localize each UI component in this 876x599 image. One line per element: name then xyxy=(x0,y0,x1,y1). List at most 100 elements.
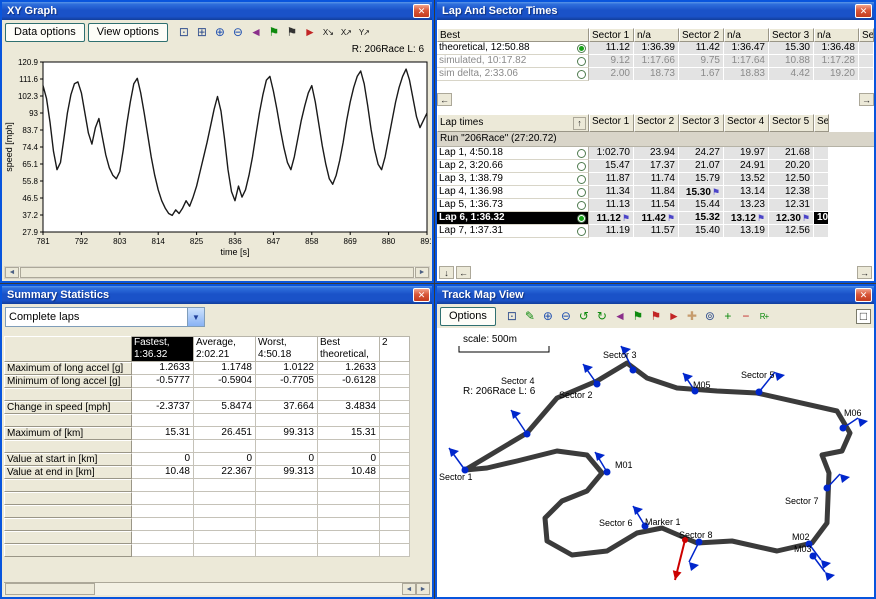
run-lap-label: R: 206Race L: 6 xyxy=(463,386,536,397)
lap-select-radio[interactable] xyxy=(577,188,586,197)
zoom-region-icon[interactable]: ⊡ xyxy=(176,24,192,40)
close-icon[interactable]: ✕ xyxy=(855,4,872,18)
finish-flag-icon[interactable]: ⚑ xyxy=(284,24,300,40)
lap-row[interactable]: Lap 2, 3:20.6615.4717.3721.0724.9120.20 xyxy=(437,160,874,173)
scroll-left-icon[interactable]: ← xyxy=(456,266,471,279)
close-icon[interactable]: ✕ xyxy=(413,4,430,18)
scroll-right-icon[interactable]: ► xyxy=(416,583,430,595)
lap-filter-dropdown[interactable]: Complete laps ▼ xyxy=(5,307,205,327)
next-marker-icon[interactable]: ► xyxy=(302,24,318,40)
edit-track-icon[interactable]: ✎ xyxy=(522,308,538,324)
start-finish-marker[interactable]: Marker 1 xyxy=(645,517,688,580)
lap-select-radio[interactable] xyxy=(577,201,586,210)
prev-marker-icon[interactable]: ◄ xyxy=(248,24,264,40)
rotate-cw-icon[interactable]: ↻ xyxy=(594,308,610,324)
summary-value-cell: 0 xyxy=(256,453,318,466)
globe-icon[interactable]: ⊚ xyxy=(702,308,718,324)
reset-view-icon[interactable]: R+ xyxy=(756,308,772,324)
summary-value-cell: 5.8474 xyxy=(194,401,256,414)
svg-text:803: 803 xyxy=(113,237,127,246)
summary-value-cell: 99.313 xyxy=(256,427,318,440)
row-select-radio[interactable] xyxy=(577,70,586,79)
scroll-right-icon[interactable]: → xyxy=(857,266,872,279)
titlebar-lap-sector[interactable]: Lap And Sector Times ✕ xyxy=(437,2,874,20)
lap-row-text: Lap 7, 1:37.31 xyxy=(439,225,503,237)
speed-time-chart[interactable]: 120.9111.6102.39383.774.465.155.846.537.… xyxy=(3,56,431,262)
scroll-left-icon[interactable]: ◄ xyxy=(5,267,19,278)
best-sector-flag-icon: ⚑ xyxy=(712,187,720,197)
red-flag-icon[interactable]: ⚑ xyxy=(648,308,664,324)
zoom-window-icon[interactable]: ⊞ xyxy=(194,24,210,40)
rotate-ccw-icon[interactable]: ↺ xyxy=(576,308,592,324)
pan-hand-icon[interactable]: ✚ xyxy=(684,308,700,324)
summary-row xyxy=(4,544,432,557)
best-row[interactable]: simulated, 10:17.829.121:17.669.751:17.6… xyxy=(437,55,874,68)
lap-select-radio[interactable] xyxy=(577,149,586,158)
lap-select-radio[interactable] xyxy=(577,175,586,184)
add-node-icon[interactable]: + xyxy=(720,308,736,324)
track-marker[interactable]: Sector 8 xyxy=(679,530,713,571)
titlebar-track-map[interactable]: Track Map View ✕ xyxy=(437,286,874,304)
close-icon[interactable]: ✕ xyxy=(413,288,430,302)
scroll-down-icon[interactable]: ↓ xyxy=(439,266,454,279)
lap-select-radio[interactable] xyxy=(577,227,586,236)
zoom-out-icon[interactable]: ⊖ xyxy=(230,24,246,40)
best-row[interactable]: sim delta, 2:33.062.0018.731.6718.834.42… xyxy=(437,68,874,81)
lap-select-radio[interactable] xyxy=(577,162,586,171)
scroll-left-icon[interactable]: ◄ xyxy=(402,583,416,595)
options-button[interactable]: Options xyxy=(440,307,496,326)
zoom-in-icon[interactable]: ⊕ xyxy=(212,24,228,40)
view-options-button[interactable]: View options xyxy=(88,23,168,42)
track-map-body: Options ⊡✎⊕⊖↺↻◄⚑⚑►✚⊚+−R+□ scale: 500m R:… xyxy=(437,304,874,597)
sector-time-cell: 21.68 xyxy=(769,147,814,160)
scroll-right-icon[interactable]: ► xyxy=(415,267,429,278)
titlebar-xy-graph[interactable]: XY Graph ✕ xyxy=(2,2,432,20)
titlebar-summary[interactable]: Summary Statistics ✕ xyxy=(2,286,432,304)
scroll-up-icon[interactable]: ↑ xyxy=(573,117,586,130)
lap-row[interactable]: Lap 5, 1:36.7311.1311.5415.4413.2312.31 xyxy=(437,199,874,212)
best-row[interactable]: theoretical, 12:50.8811.121:36.3911.421:… xyxy=(437,42,874,55)
lap-row[interactable]: Lap 3, 1:38.7911.8711.7415.7913.5212.50 xyxy=(437,173,874,186)
close-icon[interactable]: ✕ xyxy=(855,288,872,302)
chevron-down-icon[interactable]: ▼ xyxy=(187,308,204,326)
x-cursor-fwd-icon[interactable]: X↗ xyxy=(338,24,354,40)
sector-time-cell: 12.38 xyxy=(769,186,814,199)
scroll-thumb[interactable] xyxy=(20,267,414,278)
zoom-out-icon[interactable]: ⊖ xyxy=(558,308,574,324)
lap-select-radio[interactable] xyxy=(577,214,586,223)
lap-row[interactable]: Lap 7, 1:37.3111.1911.5715.4013.1912.56 xyxy=(437,225,874,238)
next-marker-icon[interactable]: ► xyxy=(666,308,682,324)
track-marker[interactable]: Sector 2 xyxy=(559,364,601,400)
sector-time-cell: 15.40 xyxy=(679,225,724,238)
x-cursor-back-icon[interactable]: X↘ xyxy=(320,24,336,40)
lap-row[interactable]: Lap 1, 4:50.181:02.7023.9424.2719.9721.6… xyxy=(437,147,874,160)
delete-node-icon[interactable]: − xyxy=(738,308,754,324)
scroll-right-icon[interactable]: → xyxy=(859,93,874,106)
green-flag-icon[interactable]: ⚑ xyxy=(630,308,646,324)
summary-horizontal-scrollbar[interactable]: ◄ ► xyxy=(4,582,430,595)
summary-value-cell xyxy=(380,427,410,440)
summary-value-cell xyxy=(256,505,318,518)
xy-horizontal-scrollbar[interactable]: ◄ ► xyxy=(4,266,430,279)
zoom-region-icon[interactable]: ⊡ xyxy=(504,308,520,324)
track-marker[interactable]: Sector 7 xyxy=(785,474,850,506)
lap-row[interactable]: Lap 6, 1:36.3211.12⚑11.42⚑15.3213.12⚑12.… xyxy=(437,212,874,225)
scroll-thumb[interactable] xyxy=(5,583,95,595)
summary-value-cell xyxy=(194,414,256,427)
maximize-icon[interactable]: □ xyxy=(856,309,871,324)
prev-marker-icon[interactable]: ◄ xyxy=(612,308,628,324)
green-flag-icon[interactable]: ⚑ xyxy=(266,24,282,40)
scroll-left-icon[interactable]: ← xyxy=(437,93,452,106)
lap-row[interactable]: Lap 4, 1:36.9811.3411.8415.30⚑13.1412.38 xyxy=(437,186,874,199)
row-select-radio[interactable] xyxy=(577,44,586,53)
zoom-in-icon[interactable]: ⊕ xyxy=(540,308,556,324)
track-marker[interactable]: Sector 6 xyxy=(599,506,649,530)
column-header: n/a xyxy=(724,28,769,42)
y-cursor-icon[interactable]: Y↗ xyxy=(356,24,372,40)
track-marker[interactable]: Sector 1 xyxy=(439,448,473,482)
track-map[interactable]: scale: 500m R: 206Race L: 6 Sector 3Sect… xyxy=(437,328,870,596)
summary-value-cell: 0 xyxy=(132,453,194,466)
data-options-button[interactable]: Data options xyxy=(5,23,85,42)
scale-bar xyxy=(459,346,549,352)
row-select-radio[interactable] xyxy=(577,57,586,66)
